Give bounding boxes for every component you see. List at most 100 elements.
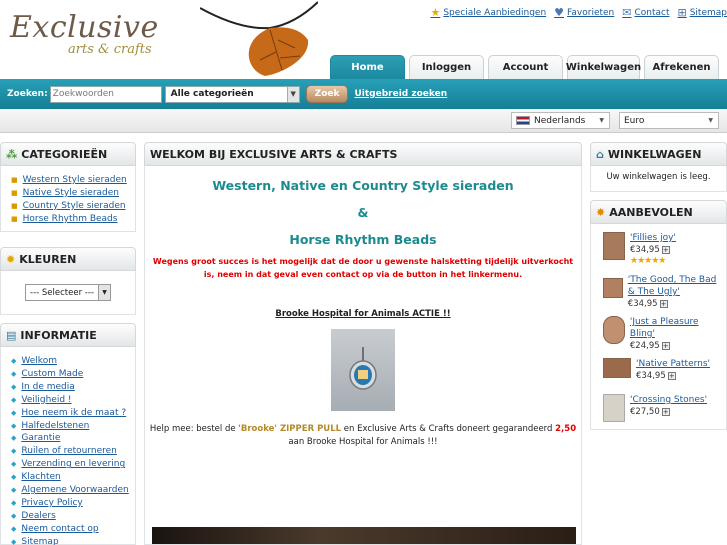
pendant-icon — [349, 347, 377, 390]
info-link[interactable]: ◆ In de media — [11, 381, 135, 394]
book-icon: ▤ — [6, 328, 17, 342]
main-heading-2: Horse Rhythm Beads — [289, 232, 437, 247]
info-link[interactable]: ◆ Ruilen of retourneren — [11, 445, 135, 458]
recommended-header: ✸ AANBEVOLEN — [590, 200, 727, 224]
special-offers-link[interactable]: ★ Speciale Aanbiedingen — [430, 6, 546, 19]
donation-amount: 2,50 — [555, 424, 577, 434]
info-link[interactable]: ◆ Garantie — [11, 432, 135, 445]
logo-subtitle: arts & crafts — [68, 42, 152, 57]
sun-icon: ✹ — [6, 252, 16, 266]
info-link[interactable]: ◆ Welkom — [11, 355, 135, 368]
categories-box: ⁂ CATEGORIEËN ■ Western Style sieraden ■ Na… — [0, 142, 136, 232]
cart-icon: ⌂ — [596, 147, 604, 161]
bullet-icon: ■ — [11, 188, 18, 197]
chevron-down-icon: ▼ — [286, 86, 299, 102]
diamond-bullet-icon: ◆ — [11, 434, 17, 443]
category-link[interactable]: ■ Western Style sieraden — [11, 174, 135, 187]
info-link[interactable]: ◆ Dealers — [11, 510, 135, 523]
product-item[interactable]: 'Native Patterns' €34,95 + — [591, 354, 726, 390]
info-link[interactable]: ◆ Sitemap — [11, 536, 135, 545]
cart-empty-text: Uw winkelwagen is leeg. — [590, 166, 727, 192]
category-link[interactable]: ■ Native Style sieraden — [11, 187, 135, 200]
tab-afrekenen[interactable]: Afrekenen — [644, 55, 719, 79]
product-thumbnail[interactable] — [603, 316, 625, 344]
product-item[interactable]: 'Crossing Stones' €27,50 + — [591, 390, 726, 426]
diamond-bullet-icon: ◆ — [11, 473, 17, 482]
model-photo — [152, 527, 576, 544]
diamond-bullet-icon: ◆ — [11, 357, 17, 365]
diamond-bullet-icon: ◆ — [11, 511, 17, 520]
cart-box: ⌂ WINKELWAGEN Uw winkelwagen is leeg. — [590, 142, 727, 192]
bullet-icon: ■ — [11, 176, 18, 184]
zipper-pull-image[interactable] — [331, 329, 395, 411]
promo-title-link[interactable]: Brooke Hospital for Animals ACTIE !! — [145, 309, 581, 319]
language-select[interactable]: Nederlands ▼ — [511, 112, 610, 129]
diamond-bullet-icon: ◆ — [11, 395, 17, 404]
recommended-box: ✸ AANBEVOLEN 'Fillies joy' €34,95 + ★★★★★ … — [590, 200, 727, 430]
info-link[interactable]: ◆ Verzending en levering — [11, 458, 135, 471]
star-icon: ★ — [430, 6, 441, 19]
stock-notice: Wegens groot succes is het mogelijk dat … — [152, 257, 574, 279]
sitemap-icon: ⊞ — [677, 6, 687, 19]
main-header: WELKOM BIJ EXCLUSIVE ARTS & CRAFTS — [144, 142, 582, 166]
colors-box: ✹ KLEUREN --- Selecteer --- ▼ — [0, 247, 136, 315]
sitemap-link[interactable]: ⊞ Sitemap — [678, 6, 727, 19]
cart-header: ⌂ WINKELWAGEN — [590, 142, 727, 166]
product-thumbnail[interactable] — [603, 394, 625, 422]
product-thumbnail[interactable] — [603, 232, 625, 260]
product-item[interactable]: 'Fillies joy' €34,95 + ★★★★★ — [591, 228, 726, 270]
search-input[interactable]: Zoekwoorden — [49, 85, 162, 103]
product-item[interactable]: 'Just a Pleasure Bling' €24,95 + — [591, 312, 726, 354]
category-select[interactable]: Alle categorieën ▼ — [164, 85, 300, 103]
main-heading-1: Western, Native en Country Style sierade… — [212, 178, 514, 193]
category-link[interactable]: ■ Country Style sieraden — [11, 200, 135, 213]
add-to-cart-icon[interactable]: + — [661, 408, 670, 416]
info-link[interactable]: ◆ Custom Made — [11, 368, 135, 381]
info-link[interactable]: ◆ Neem contact op — [11, 523, 135, 536]
product-thumbnail[interactable] — [603, 278, 623, 298]
diamond-bullet-icon: ◆ — [11, 524, 17, 533]
tab-winkelwagen[interactable]: Winkelwagen — [566, 55, 641, 79]
info-link[interactable]: ◆ Klachten — [11, 471, 135, 484]
product-thumbnail[interactable] — [603, 358, 631, 378]
advanced-search-link[interactable]: Uitgebreid zoeken — [354, 89, 447, 99]
logo-text[interactable]: Exclusive — [10, 10, 159, 45]
add-to-cart-icon[interactable]: + — [659, 300, 668, 308]
favorites-link[interactable]: ♥ Favorieten — [554, 6, 614, 19]
heart-icon: ♥ — [554, 6, 565, 19]
site-header: Exclusive arts & crafts ★ Speciale Aanbie… — [0, 0, 727, 79]
tab-home[interactable]: Home — [330, 55, 405, 79]
bullet-icon: ■ — [11, 201, 18, 210]
diamond-bullet-icon: ◆ — [11, 537, 17, 545]
diamond-bullet-icon: ◆ — [11, 382, 17, 391]
add-to-cart-icon[interactable]: + — [667, 372, 676, 380]
tab-inloggen[interactable]: Inloggen — [409, 55, 484, 79]
contact-link[interactable]: ✉ Contact — [622, 6, 669, 19]
burst-icon: ✸ — [596, 205, 606, 219]
diamond-bullet-icon: ◆ — [11, 408, 17, 417]
currency-select[interactable]: Euro ▼ — [619, 112, 719, 129]
main-ampersand: & — [357, 205, 369, 220]
info-link[interactable]: ◆ Veiligheid ! — [11, 394, 135, 407]
color-select[interactable]: --- Selecteer --- ▼ — [25, 284, 111, 301]
info-link[interactable]: ◆ Algemene Voorwaarden — [11, 484, 135, 497]
diamond-bullet-icon: ◆ — [11, 486, 17, 495]
add-to-cart-icon[interactable]: + — [661, 342, 670, 350]
diamond-bullet-icon: ◆ — [11, 498, 17, 507]
info-header: ▤ INFORMATIE — [0, 323, 136, 347]
leaf-pendant-image — [200, 1, 318, 76]
info-link[interactable]: ◆ Hoe neem ik de maat ? — [11, 407, 135, 420]
product-item[interactable]: 'The Good, The Bad & The Ugly' €34,95 + — [591, 270, 726, 312]
diamond-bullet-icon: ◆ — [11, 421, 17, 430]
diamond-bullet-icon: ◆ — [11, 460, 17, 469]
tab-account[interactable]: Account — [488, 55, 563, 79]
rating-stars: ★★★★★ — [630, 256, 666, 266]
search-button[interactable]: Zoek — [305, 85, 349, 103]
colors-header: ✹ KLEUREN — [0, 247, 136, 271]
info-link[interactable]: ◆ Halfedelstenen — [11, 420, 135, 433]
chevron-down-icon: ▼ — [599, 117, 604, 124]
category-link[interactable]: ■ Horse Rhythm Beads — [11, 213, 135, 226]
category-tree-icon: ⁂ — [6, 147, 18, 161]
add-to-cart-icon[interactable]: + — [661, 246, 670, 254]
info-link[interactable]: ◆ Privacy Policy — [11, 497, 135, 510]
